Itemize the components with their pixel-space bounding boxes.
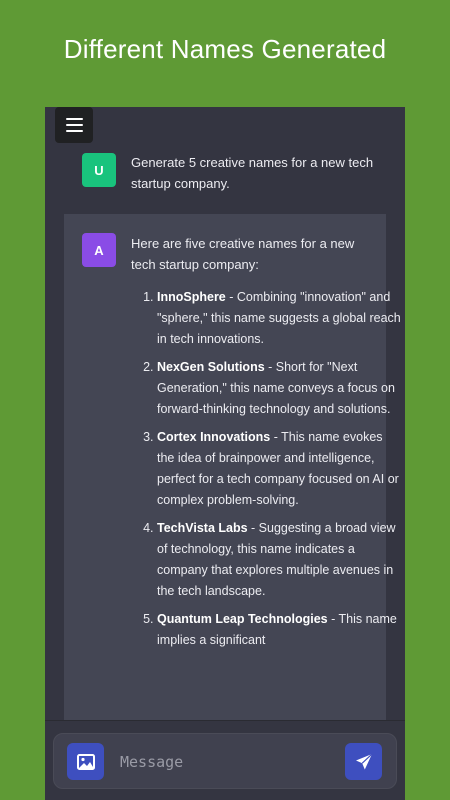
startup-name: Cortex Innovations	[157, 430, 271, 444]
user-message: Generate 5 creative names for a new tech…	[131, 155, 374, 191]
hamburger-line	[65, 124, 83, 126]
menu-button[interactable]	[55, 107, 93, 143]
startup-name: InnoSphere	[157, 290, 226, 304]
banner-title: Different Names Generated	[63, 34, 387, 64]
image-icon	[76, 753, 95, 770]
list-item: NexGen Solutions - Short for "Next Gener…	[157, 357, 402, 420]
startup-name: TechVista Labs	[157, 521, 248, 535]
startup-name: NexGen Solutions	[157, 360, 265, 374]
startup-name: Quantum Leap Technologies	[157, 612, 328, 626]
user-avatar: U	[82, 153, 116, 187]
composer-input-box	[53, 733, 397, 789]
list-item: InnoSphere - Combining "innovation" and …	[157, 287, 402, 350]
send-button[interactable]	[345, 743, 382, 780]
hamburger-line	[65, 130, 83, 132]
assistant-intro: Here are five creative names for a new t…	[131, 236, 355, 272]
list-item: TechVista Labs - Suggesting a broad view…	[157, 518, 402, 602]
send-icon	[355, 753, 372, 769]
composer-bar	[45, 720, 405, 800]
chat-screen: U Generate 5 creative names for a new te…	[45, 107, 405, 800]
attach-image-button[interactable]	[67, 743, 104, 780]
hamburger-menu-icon	[65, 118, 83, 120]
assistant-message-block: A Here are five creative names for a new…	[64, 214, 401, 800]
list-item: Quantum Leap Technologies - This name im…	[157, 609, 402, 651]
assistant-avatar: A	[82, 233, 116, 267]
list-item: Cortex Innovations - This name evokes th…	[157, 427, 402, 511]
message-input[interactable]	[120, 748, 330, 776]
names-list: InnoSphere - Combining "innovation" and …	[131, 287, 402, 658]
